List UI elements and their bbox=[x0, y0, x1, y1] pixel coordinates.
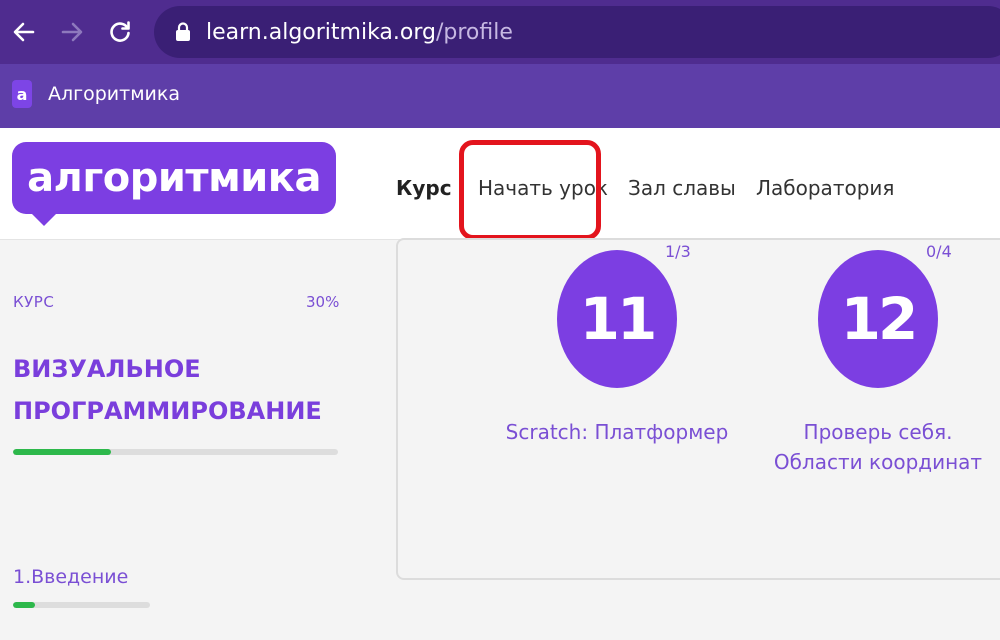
reload-button[interactable] bbox=[102, 14, 138, 50]
arrow-left-icon bbox=[13, 22, 35, 42]
lesson-12-circle[interactable]: 12 bbox=[818, 250, 938, 388]
module-progress-fill bbox=[13, 602, 35, 608]
lesson-11-progress: 1/3 bbox=[665, 242, 691, 261]
algoritmika-favicon-icon: a bbox=[12, 80, 32, 108]
lesson-12-title-line2: Области координат bbox=[773, 450, 983, 474]
forward-button[interactable] bbox=[54, 14, 90, 50]
bookmark-label: Алгоритмика bbox=[48, 83, 181, 105]
lesson-12-progress: 0/4 bbox=[926, 242, 952, 261]
lesson-12-title[interactable]: Проверь себя. Области координат bbox=[756, 417, 1000, 477]
logo-speech-tail bbox=[30, 212, 58, 226]
lesson-11-title-line1: Scratch: Платформер bbox=[505, 420, 729, 444]
nav-hall-of-fame[interactable]: Зал славы bbox=[628, 176, 736, 200]
url-text: learn.algoritmika.org/profile bbox=[206, 20, 513, 45]
lesson-12-title-line1: Проверь себя. bbox=[803, 420, 953, 444]
lesson-12-number: 12 bbox=[840, 285, 919, 353]
course-title[interactable]: ВИЗУАЛЬНОЕ ПРОГРАММИРОВАНИЕ bbox=[13, 348, 333, 432]
course-label: КУРС bbox=[13, 293, 55, 311]
course-sidebar: КУРС 30% ВИЗУАЛЬНОЕ ПРОГРАММИРОВАНИЕ 1.В… bbox=[0, 240, 372, 640]
lesson-11-circle[interactable]: 11 bbox=[557, 250, 677, 388]
url-host: learn.algoritmika.org bbox=[206, 19, 436, 45]
highlight-annotation bbox=[459, 140, 601, 240]
browser-toolbar: learn.algoritmika.org/profile bbox=[0, 0, 1000, 64]
site-logo[interactable]: алгоритмика bbox=[12, 142, 336, 214]
lesson-11-title[interactable]: Scratch: Платформер bbox=[487, 417, 747, 447]
logo-text: алгоритмика bbox=[27, 155, 321, 201]
course-progress-percent: 30% bbox=[306, 293, 340, 311]
course-progress-fill bbox=[13, 449, 111, 455]
arrow-right-icon bbox=[61, 22, 83, 42]
nav-course[interactable]: Курс bbox=[396, 176, 452, 200]
reload-icon bbox=[110, 21, 130, 42]
course-title-line2: ПРОГРАММИРОВАНИЕ bbox=[13, 397, 322, 425]
lesson-11-number: 11 bbox=[579, 285, 658, 353]
back-button[interactable] bbox=[6, 14, 42, 50]
lock-icon bbox=[176, 22, 190, 41]
bookmarks-bar: a Алгоритмика bbox=[0, 64, 1000, 128]
nav-laboratory[interactable]: Лаборатория bbox=[756, 176, 894, 200]
module-progress-bar bbox=[13, 602, 150, 608]
bookmark-algoritmika[interactable]: a Алгоритмика bbox=[12, 80, 180, 108]
site-header: алгоритмика Курс Начать урок Зал славы Л… bbox=[0, 128, 1000, 240]
url-path: /profile bbox=[435, 19, 513, 45]
course-title-line1: ВИЗУАЛЬНОЕ bbox=[13, 355, 201, 383]
address-bar[interactable]: learn.algoritmika.org/profile bbox=[154, 6, 1000, 58]
module-introduction[interactable]: 1.Введение bbox=[13, 566, 128, 588]
course-progress-bar bbox=[13, 449, 338, 455]
